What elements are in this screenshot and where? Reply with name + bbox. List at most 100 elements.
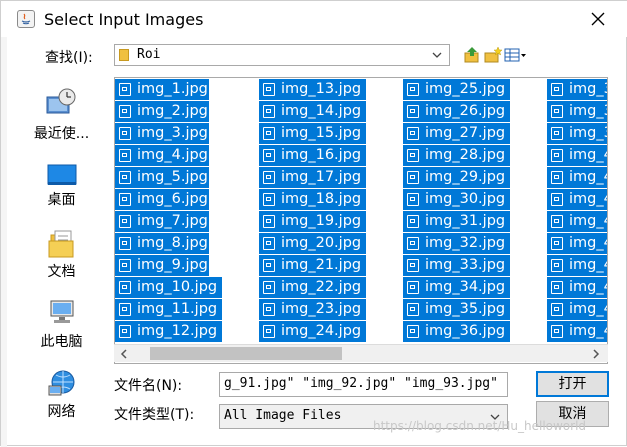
file-item[interactable]: img_21.jpg	[259, 255, 366, 276]
file-item[interactable]: img_14.jpg	[259, 101, 366, 122]
up-folder-button[interactable]	[462, 45, 482, 65]
file-item[interactable]: img_24.jpg	[259, 321, 366, 342]
file-item[interactable]: img_20.jpg	[259, 233, 366, 254]
file-name: img_3	[569, 125, 607, 141]
file-item[interactable]: img_22.jpg	[259, 277, 366, 298]
file-item[interactable]: img_3	[547, 79, 607, 100]
image-file-icon	[263, 281, 275, 294]
places-bar: 最近使... 桌面 文档 此电脑 网络	[19, 79, 104, 435]
file-item[interactable]: img_8.jpg	[115, 233, 209, 254]
file-item[interactable]: img_4	[547, 145, 607, 166]
file-item[interactable]: img_27.jpg	[403, 123, 510, 144]
scroll-right-icon[interactable]	[590, 348, 602, 360]
desktop-icon	[47, 164, 77, 185]
file-item[interactable]: img_13.jpg	[259, 79, 366, 100]
file-item[interactable]: img_15.jpg	[259, 123, 366, 144]
place-network[interactable]: 网络	[19, 369, 104, 433]
file-name: img_4	[569, 213, 607, 229]
file-item[interactable]: img_4	[547, 211, 607, 232]
file-name: img_24.jpg	[281, 323, 362, 339]
file-item[interactable]: img_6.jpg	[115, 189, 209, 210]
file-item[interactable]: img_19.jpg	[259, 211, 366, 232]
open-button[interactable]: 打开	[536, 371, 609, 397]
file-item[interactable]: img_5.jpg	[115, 167, 209, 188]
file-item[interactable]: img_4	[547, 299, 607, 320]
file-name: img_4	[569, 257, 607, 273]
image-file-icon	[551, 303, 563, 316]
new-folder-button[interactable]	[483, 45, 503, 65]
lookin-label: 查找(I):	[45, 50, 93, 66]
file-item[interactable]: img_3	[547, 101, 607, 122]
file-item[interactable]: img_17.jpg	[259, 167, 366, 188]
file-item[interactable]: img_4	[547, 255, 607, 276]
file-item[interactable]: img_4.jpg	[115, 145, 209, 166]
computer-icon	[50, 300, 74, 323]
file-item[interactable]: img_35.jpg	[403, 299, 510, 320]
file-name: img_33.jpg	[425, 257, 506, 273]
file-item[interactable]: img_26.jpg	[403, 101, 510, 122]
place-recent[interactable]: 最近使...	[19, 87, 104, 151]
file-item[interactable]: img_7.jpg	[115, 211, 209, 232]
image-file-icon	[407, 105, 419, 118]
file-name: img_3.jpg	[137, 125, 208, 141]
file-name: img_7.jpg	[137, 213, 208, 229]
place-documents[interactable]: 文档	[19, 229, 104, 293]
file-item[interactable]: img_28.jpg	[403, 145, 510, 166]
file-item[interactable]: img_1.jpg	[115, 79, 209, 100]
file-item[interactable]: img_23.jpg	[259, 299, 366, 320]
lookin-combo[interactable]: Roi	[114, 44, 450, 66]
file-item[interactable]: img_4	[547, 233, 607, 254]
close-button[interactable]	[583, 5, 613, 33]
file-item[interactable]: img_30.jpg	[403, 189, 510, 210]
filename-input[interactable]: g_91.jpg" "img_92.jpg" "img_93.jpg"	[219, 372, 508, 397]
image-file-icon	[119, 193, 131, 206]
file-item[interactable]: img_33.jpg	[403, 255, 510, 276]
horizontal-scrollbar[interactable]	[114, 344, 608, 362]
file-name: img_18.jpg	[281, 191, 362, 207]
left-edge	[1, 37, 7, 447]
file-item[interactable]: img_36.jpg	[403, 321, 510, 342]
place-computer[interactable]: 此电脑	[19, 297, 104, 361]
file-name: img_25.jpg	[425, 81, 506, 97]
file-item[interactable]: img_25.jpg	[403, 79, 510, 100]
file-name: img_27.jpg	[425, 125, 506, 141]
file-name: img_4	[569, 147, 607, 163]
file-item[interactable]: img_4	[547, 277, 607, 298]
file-item[interactable]: img_31.jpg	[403, 211, 510, 232]
file-name: img_34.jpg	[425, 279, 506, 295]
file-item[interactable]: img_34.jpg	[403, 277, 510, 298]
scroll-left-icon[interactable]	[118, 348, 130, 360]
file-item[interactable]: img_4	[547, 321, 607, 342]
file-item[interactable]: img_11.jpg	[115, 299, 222, 320]
file-item[interactable]: img_16.jpg	[259, 145, 366, 166]
image-file-icon	[263, 325, 275, 338]
view-menu-button[interactable]	[504, 45, 528, 65]
image-file-icon	[407, 281, 419, 294]
file-item[interactable]: img_4	[547, 189, 607, 210]
file-item[interactable]: img_18.jpg	[259, 189, 366, 210]
file-item[interactable]: img_9.jpg	[115, 255, 209, 276]
file-item[interactable]: img_12.jpg	[115, 321, 222, 342]
image-file-icon	[551, 105, 563, 118]
scroll-thumb[interactable]	[150, 347, 342, 360]
file-item[interactable]: img_3.jpg	[115, 123, 209, 144]
image-file-icon	[407, 171, 419, 184]
place-desktop[interactable]: 桌面	[19, 159, 104, 223]
file-item[interactable]: img_10.jpg	[115, 277, 222, 298]
filename-value: g_91.jpg" "img_92.jpg" "img_93.jpg"	[224, 376, 498, 391]
file-name: img_4	[569, 235, 607, 251]
file-item[interactable]: img_2.jpg	[115, 101, 209, 122]
file-name: img_4	[569, 279, 607, 295]
image-file-icon	[551, 149, 563, 162]
file-item[interactable]: img_3	[547, 123, 607, 144]
file-item[interactable]: img_32.jpg	[403, 233, 510, 254]
file-item[interactable]: img_29.jpg	[403, 167, 510, 188]
file-name: img_31.jpg	[425, 213, 506, 229]
file-name: img_28.jpg	[425, 147, 506, 163]
image-file-icon	[551, 127, 563, 140]
file-name: img_8.jpg	[137, 235, 208, 251]
image-file-icon	[551, 83, 563, 96]
file-item[interactable]: img_4	[547, 167, 607, 188]
close-icon	[591, 12, 605, 26]
file-list[interactable]: img_1.jpg img_2.jpg img_3.jpg img_4.jpg img_…	[114, 77, 608, 364]
